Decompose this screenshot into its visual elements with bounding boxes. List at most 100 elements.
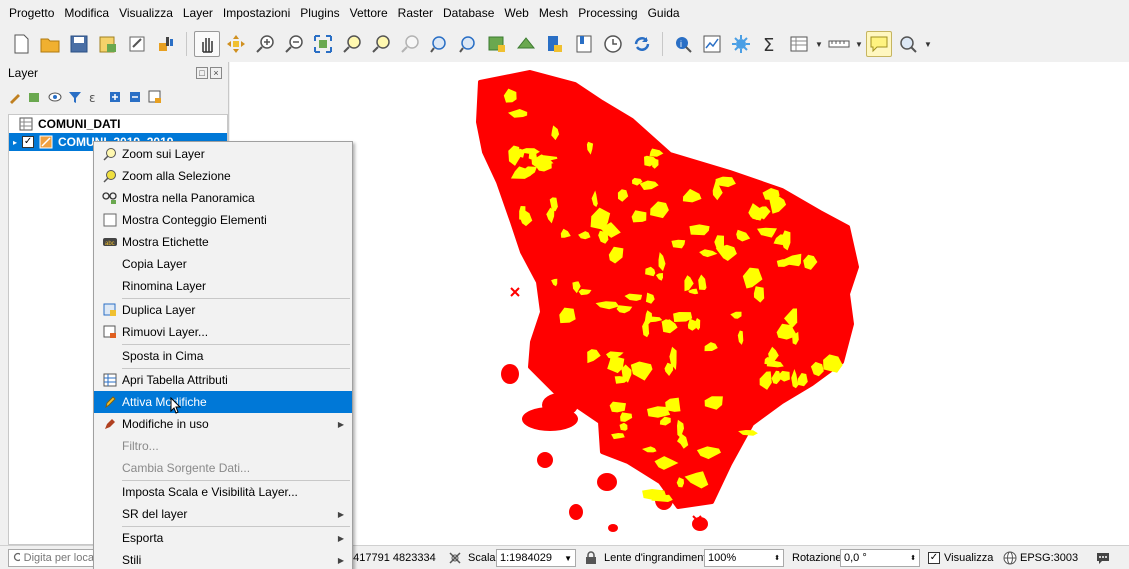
menu-open-attribute-table[interactable]: Apri Tabella Attributi bbox=[94, 369, 352, 391]
filter-by-expression-icon[interactable]: ε bbox=[88, 90, 102, 104]
zoom-full-icon[interactable] bbox=[310, 31, 336, 57]
menu-label: Mostra Etichette bbox=[122, 235, 209, 249]
open-project-icon[interactable] bbox=[37, 31, 63, 57]
magnifier-value: 100% bbox=[708, 552, 737, 564]
layer-visibility-checkbox[interactable]: ✓ bbox=[22, 136, 35, 148]
attribute-table-icon[interactable] bbox=[786, 31, 812, 57]
menu-export[interactable]: Esporta ▶ bbox=[94, 527, 352, 549]
crs-value: EPSG:3003 bbox=[1020, 552, 1079, 564]
expand-all-icon[interactable] bbox=[108, 90, 122, 104]
pan-hand-icon[interactable] bbox=[194, 31, 220, 57]
menu-vettore[interactable]: Vettore bbox=[345, 0, 393, 26]
collapse-all-icon[interactable] bbox=[128, 90, 142, 104]
menu-show-labels[interactable]: abc Mostra Etichette bbox=[94, 231, 352, 253]
expand-arrow-icon[interactable]: ▸ bbox=[13, 138, 17, 147]
menu-modifica[interactable]: Modifica bbox=[59, 0, 114, 26]
new-print-layout-icon[interactable] bbox=[95, 31, 121, 57]
menu-progetto[interactable]: Progetto bbox=[4, 0, 59, 26]
remove-layer-icon[interactable] bbox=[148, 90, 162, 104]
menu-plugins[interactable]: Plugins bbox=[295, 0, 344, 26]
menu-current-edits[interactable]: Modifiche in uso ▶ bbox=[94, 413, 352, 435]
menu-zoom-to-selection[interactable]: Zoom alla Selezione bbox=[94, 165, 352, 187]
menu-move-to-top[interactable]: Sposta in Cima bbox=[94, 345, 352, 367]
zoom-next-icon[interactable] bbox=[455, 31, 481, 57]
processing-toolbox-icon[interactable] bbox=[728, 31, 754, 57]
menu-copy-layer[interactable]: Copia Layer bbox=[94, 253, 352, 275]
menu-mesh[interactable]: Mesh bbox=[534, 0, 573, 26]
menu-rename-layer[interactable]: Rinomina Layer bbox=[94, 275, 352, 297]
menu-toggle-editing[interactable]: Attiva Modifiche bbox=[94, 391, 352, 414]
menu-layer[interactable]: Layer bbox=[178, 0, 218, 26]
zoom-to-layer-icon[interactable] bbox=[368, 31, 394, 57]
messages-icon[interactable] bbox=[1095, 546, 1111, 569]
menu-show-feature-count[interactable]: Mostra Conteggio Elementi bbox=[94, 209, 352, 231]
identify-features-icon[interactable]: i bbox=[670, 31, 696, 57]
zoom-out-icon[interactable] bbox=[281, 31, 307, 57]
coordinate-readout[interactable]: 1417791 4823334 bbox=[347, 546, 436, 569]
duplicate-icon bbox=[102, 302, 118, 318]
table-icon bbox=[102, 372, 118, 388]
menu-show-in-overview[interactable]: Mostra nella Panoramica bbox=[94, 187, 352, 209]
add-group-icon[interactable] bbox=[28, 90, 42, 104]
layer-tree-item[interactable]: COMUNI_DATI bbox=[9, 115, 227, 133]
zoom-to-selection-icon[interactable] bbox=[339, 31, 365, 57]
temporal-controller-icon[interactable] bbox=[600, 31, 626, 57]
scale-combobox[interactable]: 1:1984029 ▼ bbox=[496, 546, 576, 569]
statistical-summary-icon[interactable]: Σ bbox=[757, 31, 783, 57]
menu-raster[interactable]: Raster bbox=[393, 0, 438, 26]
rotation-spinbox[interactable]: 0,0 ° ⬍ bbox=[840, 546, 920, 569]
menu-remove-layer[interactable]: Rimuovi Layer... bbox=[94, 321, 352, 343]
menu-layer-crs[interactable]: SR del layer ▶ bbox=[94, 503, 352, 525]
menu-zoom-to-layer[interactable]: Zoom sui Layer bbox=[94, 143, 352, 165]
lock-scale-icon[interactable] bbox=[584, 546, 598, 569]
menu-guida[interactable]: Guida bbox=[643, 0, 685, 26]
dropdown-arrow-icon[interactable]: ▼ bbox=[815, 40, 823, 49]
menu-label: Attiva Modifiche bbox=[122, 395, 207, 409]
menu-web[interactable]: Web bbox=[499, 0, 533, 26]
menu-visualizza[interactable]: Visualizza bbox=[114, 0, 178, 26]
new-project-icon[interactable] bbox=[8, 31, 34, 57]
menu-label: Copia Layer bbox=[122, 257, 187, 271]
dropdown-arrow-icon[interactable]: ▼ bbox=[924, 40, 932, 49]
menu-label: Modifiche in uso bbox=[122, 417, 209, 431]
submenu-arrow-icon: ▶ bbox=[337, 419, 344, 429]
menu-set-scale-visibility[interactable]: Imposta Scala e Visibilità Layer... bbox=[94, 481, 352, 503]
menu-impostazioni[interactable]: Impostazioni bbox=[218, 0, 295, 26]
float-panel-icon[interactable]: □ bbox=[196, 67, 208, 79]
toggle-extent-icon[interactable] bbox=[447, 546, 463, 569]
pan-to-selection-icon[interactable] bbox=[223, 31, 249, 57]
spin-arrows-icon[interactable]: ⬍ bbox=[774, 554, 780, 562]
magnifier-spinbox[interactable]: 100% ⬍ bbox=[704, 546, 784, 569]
menu-duplicate-layer[interactable]: Duplica Layer bbox=[94, 299, 352, 321]
menu-label: Imposta Scala e Visibilità Layer... bbox=[122, 485, 298, 499]
menu-processing[interactable]: Processing bbox=[573, 0, 642, 26]
zoom-in-icon[interactable] bbox=[252, 31, 278, 57]
refresh-icon[interactable] bbox=[629, 31, 655, 57]
filter-legend-icon[interactable] bbox=[68, 90, 82, 104]
layout-manager-icon[interactable] bbox=[124, 31, 150, 57]
render-checkbox[interactable]: ✓ bbox=[928, 552, 940, 564]
close-panel-icon[interactable]: × bbox=[210, 67, 222, 79]
style-manager-icon[interactable] bbox=[153, 31, 179, 57]
map-tips-icon[interactable] bbox=[866, 31, 892, 57]
zoom-native-icon[interactable] bbox=[397, 31, 423, 57]
dropdown-arrow-icon[interactable]: ▼ bbox=[855, 40, 863, 49]
render-toggle[interactable]: ✓ Visualizza bbox=[928, 546, 993, 569]
new-3d-view-icon[interactable] bbox=[513, 31, 539, 57]
open-field-calculator-icon[interactable] bbox=[699, 31, 725, 57]
new-spatial-bookmark-icon[interactable] bbox=[542, 31, 568, 57]
menu-database[interactable]: Database bbox=[438, 0, 499, 26]
show-bookmarks-icon[interactable] bbox=[571, 31, 597, 57]
table-layer-icon bbox=[19, 117, 33, 131]
open-layer-styling-icon[interactable] bbox=[8, 90, 22, 104]
locator-search-icon[interactable] bbox=[895, 31, 921, 57]
map-canvas[interactable] bbox=[230, 62, 1129, 545]
menu-styles[interactable]: Stili ▶ bbox=[94, 549, 352, 569]
measure-line-icon[interactable] bbox=[826, 31, 852, 57]
zoom-last-icon[interactable] bbox=[426, 31, 452, 57]
manage-map-themes-icon[interactable] bbox=[48, 90, 62, 104]
crs-button[interactable]: EPSG:3003 bbox=[1003, 546, 1078, 569]
spin-arrows-icon[interactable]: ⬍ bbox=[910, 554, 916, 562]
new-map-view-icon[interactable] bbox=[484, 31, 510, 57]
save-project-icon[interactable] bbox=[66, 31, 92, 57]
